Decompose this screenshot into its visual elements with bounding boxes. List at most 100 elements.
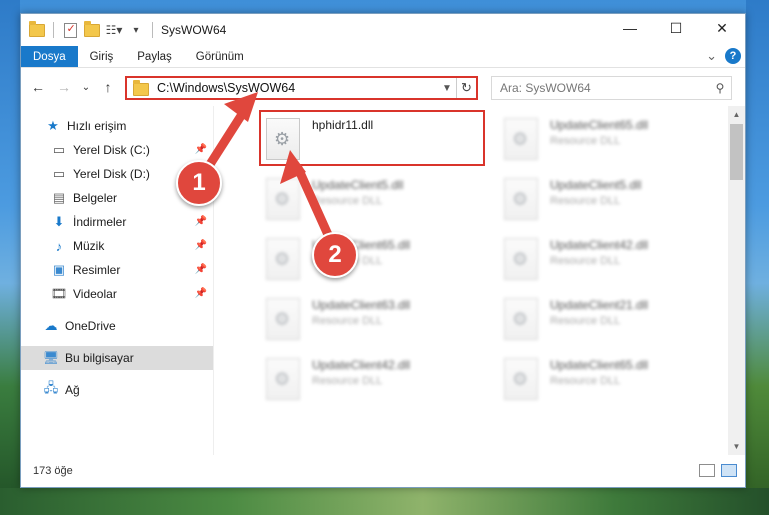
file-type: Resource DLL [550, 195, 621, 207]
minimize-button[interactable]: — [607, 14, 653, 42]
file-name: UpdateClient65.dll [550, 358, 649, 372]
download-icon: ⬇ [53, 214, 65, 229]
window-controls: — ☐ ✕ [607, 14, 745, 42]
file-name: UpdateClient5.dll [550, 178, 642, 192]
refresh-icon[interactable]: ↻ [456, 78, 476, 98]
pin-icon[interactable]: 📌 [195, 288, 207, 299]
file-item[interactable]: UpdateClient65.dll Resource DLL [266, 234, 486, 284]
sidebar-item-this-pc[interactable]: 🖥 Bu bilgisayar [21, 346, 213, 370]
address-text[interactable]: C:\Windows\SysWOW64 [157, 81, 438, 95]
search-input[interactable]: Ara: SysWOW64 [500, 81, 709, 95]
quick-access-toolbar: ☷▾ ▾ [21, 20, 155, 38]
large-icons-view-icon[interactable] [721, 464, 737, 477]
dll-file-icon [266, 358, 300, 400]
desktop-background-right [746, 0, 769, 515]
tab-paylas[interactable]: Paylaş [125, 46, 184, 67]
sidebar-item-label: Belgeler [73, 191, 118, 205]
navigation-bar: ← → ⌄ ↑ C:\Windows\SysWOW64 ▼ ↻ Ara: Sys… [21, 68, 745, 106]
back-button[interactable]: ← [27, 76, 49, 98]
navigation-pane: ★ Hızlı erişim ▭ Yerel Disk (C:) 📌 ▭ Yer… [21, 106, 214, 455]
help-icon[interactable]: ? [725, 48, 741, 64]
pin-icon[interactable]: 📌 [195, 240, 207, 251]
sidebar-item-disk-c[interactable]: ▭ Yerel Disk (C:) 📌 [21, 138, 213, 162]
customize-toolbar-icon[interactable]: ▾ [128, 22, 144, 38]
sidebar-item-downloads[interactable]: ⬇ İndirmeler 📌 [21, 210, 213, 234]
close-button[interactable]: ✕ [699, 14, 745, 42]
file-item[interactable]: UpdateClient65.dll Resource DLL [504, 354, 724, 404]
file-type: Resource DLL [550, 375, 621, 387]
dll-file-icon [504, 238, 538, 280]
file-name: UpdateClient42.dll [312, 358, 411, 372]
sidebar-item-music[interactable]: ♪ Müzik 📌 [21, 234, 213, 258]
details-view-icon[interactable] [699, 464, 715, 477]
file-type: Resource DLL [550, 135, 621, 147]
scroll-down-icon[interactable]: ▼ [728, 438, 745, 455]
sidebar-item-label: Resimler [73, 263, 121, 277]
address-bar[interactable]: C:\Windows\SysWOW64 ▼ ↻ [125, 76, 478, 100]
chevron-down-icon[interactable]: ▼ [438, 83, 456, 94]
scroll-thumb[interactable] [730, 124, 743, 180]
desktop-background-bottom [0, 488, 769, 515]
sidebar-item-label: Bu bilgisayar [65, 351, 134, 365]
search-box[interactable]: Ara: SysWOW64 ⚲ [491, 76, 732, 100]
tab-gorunum[interactable]: Görünüm [184, 46, 256, 67]
ribbon-right: ⌄ ? [706, 48, 741, 64]
pin-icon[interactable]: 📌 [195, 264, 207, 275]
file-name: UpdateClient42.dll [550, 238, 649, 252]
file-item[interactable]: UpdateClient5.dll Resource DLL [266, 174, 486, 224]
pin-icon[interactable]: 📌 [195, 216, 207, 227]
drive-icon: ▭ [52, 166, 66, 181]
sidebar-item-label: Yerel Disk (D:) [73, 167, 150, 181]
search-icon: ⚲ [715, 81, 725, 95]
sidebar-item-onedrive[interactable]: ☁ OneDrive [21, 314, 213, 338]
recent-locations-button[interactable]: ⌄ [79, 76, 93, 98]
file-item[interactable]: UpdateClient65.dll Resource DLL [504, 114, 724, 164]
forward-button[interactable]: → [53, 76, 75, 98]
expand-ribbon-icon[interactable]: ⌄ [706, 48, 717, 64]
dll-file-icon [504, 298, 538, 340]
pin-icon[interactable]: 📌 [195, 144, 207, 155]
scroll-up-icon[interactable]: ▲ [728, 106, 745, 123]
sidebar-item-videos[interactable]: 🎞 Videolar 📌 [21, 282, 213, 306]
file-name: UpdateClient63.dll [312, 298, 411, 312]
tab-dosya[interactable]: Dosya [21, 46, 78, 67]
videos-icon: 🎞 [50, 286, 68, 301]
status-bar: 173 öğe [21, 455, 745, 487]
dll-file-icon [504, 358, 538, 400]
properties-icon[interactable] [62, 22, 78, 38]
sidebar-item-label: OneDrive [65, 319, 116, 333]
file-item[interactable]: UpdateClient5.dll Resource DLL [504, 174, 724, 224]
sidebar-item-network[interactable]: 🖧 Ağ [21, 378, 213, 402]
computer-icon: 🖥 [42, 350, 60, 365]
documents-icon: ▤ [52, 190, 66, 205]
file-item[interactable]: UpdateClient63.dll Resource DLL [266, 294, 486, 344]
dll-file-icon [504, 118, 538, 160]
file-item[interactable]: UpdateClient21.dll Resource DLL [504, 294, 724, 344]
item-count: 173 öğe [33, 465, 73, 477]
sidebar-item-label: Hızlı erişim [67, 119, 127, 133]
pictures-icon: ▣ [52, 262, 66, 277]
folder-icon [29, 20, 45, 38]
highlight-box [259, 110, 485, 166]
new-folder-icon[interactable] [84, 20, 100, 38]
dll-file-icon [266, 238, 300, 280]
view-menu-icon[interactable]: ☷▾ [106, 22, 123, 38]
file-name: UpdateClient5.dll [312, 178, 404, 192]
up-button[interactable]: ↑ [97, 76, 119, 98]
network-icon: 🖧 [43, 380, 59, 395]
sidebar-item-label: İndirmeler [73, 215, 127, 229]
vertical-scrollbar[interactable]: ▲ ▼ [728, 106, 745, 455]
maximize-button[interactable]: ☐ [653, 14, 699, 42]
view-toggle [699, 464, 737, 477]
sidebar-item-pictures[interactable]: ▣ Resimler 📌 [21, 258, 213, 282]
dll-file-icon [266, 178, 300, 220]
tab-giris[interactable]: Giriş [78, 46, 126, 67]
file-type: Resource DLL [550, 255, 621, 267]
annotation-badge-2: 2 [312, 232, 358, 278]
file-item[interactable]: UpdateClient42.dll Resource DLL [504, 234, 724, 284]
main-content: ★ Hızlı erişim ▭ Yerel Disk (C:) 📌 ▭ Yer… [21, 106, 745, 455]
file-type: Resource DLL [312, 315, 383, 327]
file-item[interactable]: UpdateClient42.dll Resource DLL [266, 354, 486, 404]
sidebar-item-quick-access[interactable]: ★ Hızlı erişim [21, 114, 213, 138]
dll-file-icon [266, 298, 300, 340]
